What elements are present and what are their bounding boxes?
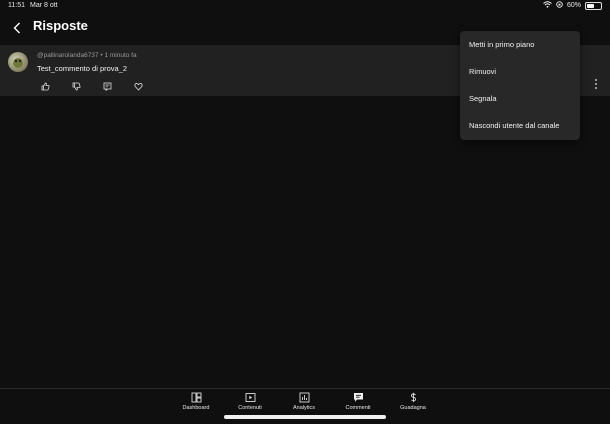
content-icon xyxy=(245,393,255,402)
status-indicators: 60% xyxy=(543,1,602,10)
dislike-button[interactable] xyxy=(71,81,81,91)
thumbs-down-icon xyxy=(72,82,80,90)
comment-handle[interactable]: @pallinarolanda6737 xyxy=(37,52,99,59)
more-dot xyxy=(595,87,597,89)
nav-label-dashboard: Dashboard xyxy=(182,405,210,411)
more-dot xyxy=(595,83,597,85)
thumbs-up-icon xyxy=(41,82,49,90)
home-indicator[interactable] xyxy=(224,415,386,419)
menu-item-hide-user[interactable]: Nascondi utente dal canale xyxy=(469,121,559,130)
menu-item-pin[interactable]: Metti in primo piano xyxy=(469,40,534,49)
comment-text: Test_commento di prova_2 xyxy=(37,64,128,73)
back-button[interactable] xyxy=(10,21,24,35)
reply-button[interactable] xyxy=(102,81,112,91)
status-time: 11:51 xyxy=(8,2,25,9)
comment-timestamp: • 1 minuto fa xyxy=(100,52,137,59)
analytics-icon xyxy=(299,392,309,403)
menu-item-remove[interactable]: Rimuovi xyxy=(469,67,496,76)
wifi-icon xyxy=(543,1,552,10)
status-bar: 11:51 Mar 8 ott 60% xyxy=(0,0,610,12)
nav-earn[interactable]: Guadagna xyxy=(388,392,438,411)
nav-analytics[interactable]: Analytics xyxy=(279,392,329,411)
nav-content[interactable]: Contenuti xyxy=(225,392,275,411)
orientation-lock-icon xyxy=(556,1,563,10)
heart-button[interactable] xyxy=(133,81,143,91)
heart-icon xyxy=(133,82,143,91)
battery-percent: 60% xyxy=(566,2,581,9)
nav-label-earn: Guadagna xyxy=(400,405,426,411)
more-dot xyxy=(595,79,597,81)
comments-icon xyxy=(353,393,363,402)
earn-icon xyxy=(410,392,416,403)
more-options-button[interactable] xyxy=(593,79,599,89)
status-date: Mar 8 ott xyxy=(30,2,58,9)
nav-label-comments: Commenti xyxy=(345,405,371,411)
context-menu: Metti in primo piano Rimuovi Segnala Nas… xyxy=(460,31,580,140)
reply-icon xyxy=(103,82,111,91)
comment-author[interactable]: @pallinarolanda6737 • 1 minuto fa xyxy=(37,52,137,59)
dashboard-icon xyxy=(191,392,201,403)
avatar[interactable] xyxy=(8,52,28,72)
nav-dashboard[interactable]: Dashboard xyxy=(171,392,221,411)
like-button[interactable] xyxy=(40,81,50,91)
page-title: Risposte xyxy=(33,18,88,33)
chevron-left-icon xyxy=(13,22,20,34)
comment-actions xyxy=(40,81,164,91)
nav-label-analytics: Analytics xyxy=(292,405,315,411)
nav-label-content: Contenuti xyxy=(238,405,262,411)
battery-icon xyxy=(585,1,602,10)
nav-comments[interactable]: Commenti xyxy=(333,392,383,411)
menu-item-report[interactable]: Segnala xyxy=(469,94,497,103)
